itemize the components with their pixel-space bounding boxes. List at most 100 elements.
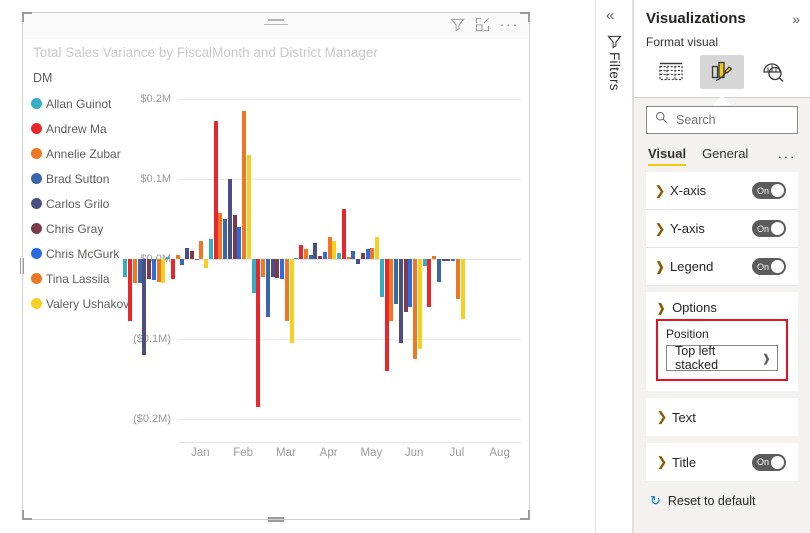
bar[interactable] xyxy=(246,155,251,259)
drag-handle-icon[interactable] xyxy=(264,19,288,29)
bar[interactable] xyxy=(460,259,465,319)
bar[interactable] xyxy=(403,259,408,312)
legend-item[interactable]: Brad Sutton xyxy=(31,166,131,191)
bar[interactable] xyxy=(417,259,422,349)
bar[interactable] xyxy=(275,259,280,279)
resize-handle-bottom-right[interactable] xyxy=(520,510,530,520)
bar[interactable] xyxy=(128,259,133,321)
search-box[interactable] xyxy=(646,106,798,134)
bar[interactable] xyxy=(427,259,432,307)
legend-item[interactable]: Andrew Ma xyxy=(31,116,131,141)
section-legend[interactable]: ❱ Legend On xyxy=(646,248,798,286)
focus-mode-icon[interactable] xyxy=(475,17,490,32)
bar[interactable] xyxy=(180,259,185,266)
bar[interactable] xyxy=(208,239,213,259)
legend-item[interactable]: Allan Guinot xyxy=(31,91,131,116)
bar[interactable] xyxy=(398,259,403,343)
bar[interactable] xyxy=(294,257,299,259)
bar[interactable] xyxy=(137,259,142,283)
bar[interactable] xyxy=(251,259,256,293)
tab-visual[interactable]: Visual xyxy=(648,146,687,166)
bar[interactable] xyxy=(432,255,437,259)
bar[interactable] xyxy=(451,259,456,262)
filters-pane-collapsed[interactable]: « Filters xyxy=(595,0,633,533)
bar[interactable] xyxy=(199,241,204,259)
build-visual-icon[interactable] xyxy=(649,55,693,89)
bar[interactable] xyxy=(322,251,327,259)
bar[interactable] xyxy=(455,259,460,299)
bar[interactable] xyxy=(303,248,308,259)
bar[interactable] xyxy=(384,259,389,371)
bar[interactable] xyxy=(185,247,190,259)
bar[interactable] xyxy=(256,259,261,407)
tab-general[interactable]: General xyxy=(702,146,748,166)
bar[interactable] xyxy=(166,256,171,259)
bar[interactable] xyxy=(360,252,365,259)
reset-to-default-button[interactable]: ↻ Reset to default xyxy=(646,481,798,509)
legend-item[interactable]: Chris McGurk xyxy=(31,241,131,266)
bar[interactable] xyxy=(313,243,318,259)
bar[interactable] xyxy=(261,259,266,278)
more-options-icon[interactable]: ··· xyxy=(500,17,520,32)
resize-handle-bottom-center[interactable] xyxy=(268,517,284,522)
bar[interactable] xyxy=(394,259,399,304)
bar[interactable] xyxy=(223,219,228,259)
bar[interactable] xyxy=(422,259,427,267)
legend-item[interactable]: Tina Lassila xyxy=(31,266,131,291)
bar[interactable] xyxy=(365,248,370,259)
bar[interactable] xyxy=(170,259,175,279)
filter-icon[interactable] xyxy=(449,17,465,32)
bar[interactable] xyxy=(284,259,289,321)
bar[interactable] xyxy=(189,251,194,259)
bar[interactable] xyxy=(147,259,152,279)
bar[interactable] xyxy=(351,251,356,259)
bar[interactable] xyxy=(161,259,166,283)
resize-handle-top-left[interactable] xyxy=(22,12,32,22)
bar[interactable] xyxy=(375,236,380,259)
bar[interactable] xyxy=(389,259,394,322)
expand-filters-icon[interactable]: « xyxy=(606,8,614,23)
bar[interactable] xyxy=(175,255,180,259)
analytics-icon[interactable] xyxy=(751,55,795,89)
bar[interactable] xyxy=(213,120,218,259)
section-y-axis[interactable]: ❯ Y-axis On xyxy=(646,210,798,248)
bar[interactable] xyxy=(204,259,209,268)
bar[interactable] xyxy=(299,245,304,259)
bar[interactable] xyxy=(194,259,199,261)
bar[interactable] xyxy=(346,256,351,259)
x-axis-toggle[interactable]: On xyxy=(752,182,786,199)
section-text[interactable]: ❯ Text xyxy=(646,398,798,436)
bar[interactable] xyxy=(227,179,232,259)
bar[interactable] xyxy=(308,255,313,259)
bar[interactable] xyxy=(356,259,361,264)
section-title[interactable]: ❯ Title On xyxy=(646,443,798,481)
selected-visual-container[interactable]: ··· Total Sales Variance by FiscalMonth … xyxy=(20,12,530,522)
bar[interactable] xyxy=(446,259,451,261)
bar[interactable] xyxy=(436,259,441,283)
legend-toggle[interactable]: On xyxy=(752,258,786,275)
bar[interactable] xyxy=(379,259,384,298)
tabs-more-icon[interactable]: ··· xyxy=(778,148,797,164)
bar[interactable] xyxy=(337,252,342,259)
resize-handle-left-center[interactable] xyxy=(20,258,25,274)
bar[interactable] xyxy=(270,259,275,277)
bar[interactable] xyxy=(142,259,147,355)
bar[interactable] xyxy=(318,255,323,259)
bar[interactable] xyxy=(370,247,375,259)
legend-item[interactable]: Carlos Grilo xyxy=(31,191,131,216)
bar[interactable] xyxy=(289,259,294,343)
bar[interactable] xyxy=(156,259,161,283)
y-axis-toggle[interactable]: On xyxy=(752,220,786,237)
bar[interactable] xyxy=(408,259,413,307)
format-visual-icon[interactable] xyxy=(699,55,744,89)
bar[interactable] xyxy=(123,259,128,277)
bar[interactable] xyxy=(242,111,247,259)
bar[interactable] xyxy=(413,259,418,359)
position-dropdown[interactable]: Top left stacked ❱ xyxy=(666,344,778,372)
search-input[interactable] xyxy=(674,112,789,128)
options-group-header[interactable]: ❱ Options xyxy=(656,300,788,315)
legend-item[interactable]: Chris Gray xyxy=(31,216,131,241)
bar[interactable] xyxy=(265,259,270,317)
bar[interactable] xyxy=(327,237,332,259)
resize-handle-bottom-left[interactable] xyxy=(22,510,32,520)
